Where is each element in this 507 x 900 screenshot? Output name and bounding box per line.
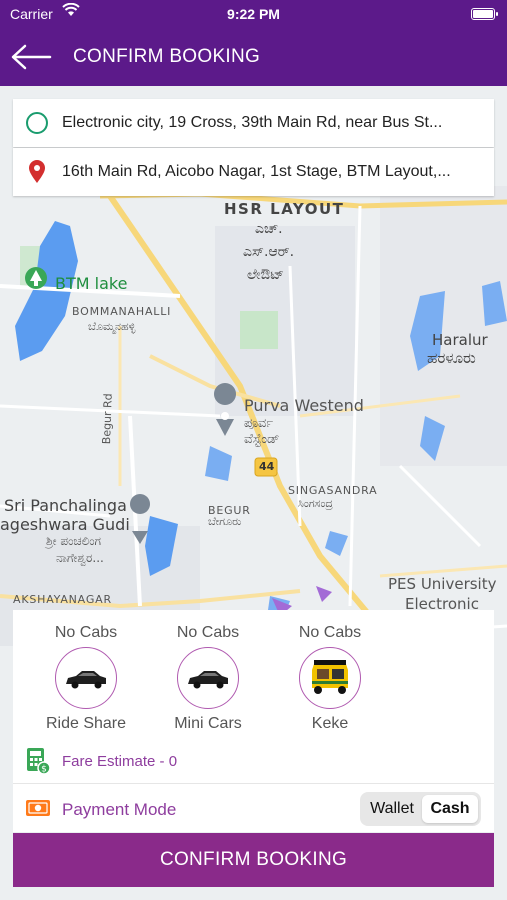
map-pin-icon: [27, 160, 47, 189]
map-label-sri-panchalinga: Sri Panchalinga: [4, 496, 127, 515]
app-header: CONFIRM BOOKING: [0, 28, 507, 86]
cab-option-mini-cars[interactable]: No Cabs Mini Cars: [158, 624, 258, 733]
drop-address-field[interactable]: 16th Main Rd, Aicobo Nagar, 1st Stage, B…: [13, 148, 494, 196]
auto-rickshaw-icon: [299, 647, 361, 709]
page-title: CONFIRM BOOKING: [73, 46, 261, 67]
back-arrow-icon[interactable]: [10, 42, 52, 72]
calculator-icon: $: [25, 747, 51, 780]
cab-label: Ride Share: [45, 715, 127, 732]
booking-panel: No Cabs Ride Share No Cabs Mini Cars No …: [13, 610, 494, 832]
map-label-bommanahalli-kn: ಬೊಮ್ಮನಹಳ್ಳಿ: [88, 320, 136, 333]
cab-availability: No Cabs: [298, 624, 362, 641]
clock: 9:22 PM: [227, 6, 280, 22]
cash-option[interactable]: Cash: [422, 795, 478, 823]
wallet-option[interactable]: Wallet: [363, 795, 421, 823]
cab-availability: No Cabs: [176, 624, 240, 641]
map-label-panchalinga-kn2: ನಾಗೇಶ್ವರ...: [56, 551, 104, 565]
cab-label: Keke: [311, 715, 349, 732]
map-label-bommanahalli: BOMMANAHALLI: [72, 305, 172, 318]
map-label-singasandra: SINGASANDRA: [288, 484, 378, 497]
payment-mode-toggle[interactable]: Wallet Cash: [360, 792, 481, 826]
map-label-purva-westend: Purva Westend: [244, 396, 364, 415]
map-label-panchalinga-kn1: ಶ್ರೀ ಪಂಚಲಿಂಗ: [46, 534, 102, 548]
battery-icon: [471, 8, 498, 20]
confirm-booking-button[interactable]: CONFIRM BOOKING: [13, 833, 494, 887]
map-label-singasandra-kn: ಸಿಂಗಸಂದ್ರ: [298, 497, 333, 510]
svg-text:$: $: [41, 765, 47, 775]
map-label-purva-kn1: ಪೂರ್ವ: [244, 416, 274, 431]
cab-option-ride-share[interactable]: No Cabs Ride Share: [36, 624, 136, 733]
car-icon: [55, 647, 117, 709]
map-label-purva-kn2: ವೆಸ್ಟೆಂಡ್: [244, 432, 280, 447]
car-icon: [177, 647, 239, 709]
status-bar: Carrier 9:22 PM: [0, 0, 507, 28]
map-label-begur-rd: Begur Rd: [100, 393, 115, 445]
cab-availability: No Cabs: [54, 624, 118, 641]
map-label-ageshwara-gudi: ageshwara Gudi: [0, 515, 130, 534]
map-label-begur-kn: ಬೇಗೂರು: [208, 515, 242, 528]
pickup-address-field[interactable]: Electronic city, 19 Cross, 39th Main Rd,…: [13, 99, 494, 147]
map-label-hsr-kn3: ಲೇಔಟ್: [247, 267, 284, 283]
drop-address-text: 16th Main Rd, Aicobo Nagar, 1st Stage, B…: [62, 163, 451, 180]
pickup-location-icon: [26, 112, 48, 134]
map-label-akshayanagar: AKSHAYANAGAR: [13, 593, 112, 606]
map-label-hsr-kn1: ಎಚ್.: [255, 221, 283, 237]
payment-mode-row: Payment Mode Wallet Cash: [13, 785, 494, 832]
fare-estimate-row: $ Fare Estimate - 0: [13, 740, 494, 784]
map-label-pes-university: PES University: [388, 575, 497, 593]
cash-icon: [25, 799, 51, 822]
cab-label: Mini Cars: [174, 715, 242, 732]
cab-option-keke[interactable]: No Cabs Keke: [280, 624, 380, 733]
map-label-haralur: Haralur: [432, 331, 488, 349]
map-label-hsr-layout: HSR LAYOUT: [224, 200, 345, 218]
pickup-address-text: Electronic city, 19 Cross, 39th Main Rd,…: [62, 114, 443, 131]
map-label-hsr-kn2: ಎಸ್.ಆರ್.: [243, 244, 295, 260]
map-label-btm-lake: BTM lake: [55, 274, 128, 293]
map-label-haralur-kn: ಹರಳೂರು: [427, 349, 476, 367]
highway-44-badge: 44: [259, 460, 275, 473]
payment-mode-label: Payment Mode: [62, 800, 177, 819]
fare-estimate-text: Fare Estimate - 0: [62, 753, 178, 770]
